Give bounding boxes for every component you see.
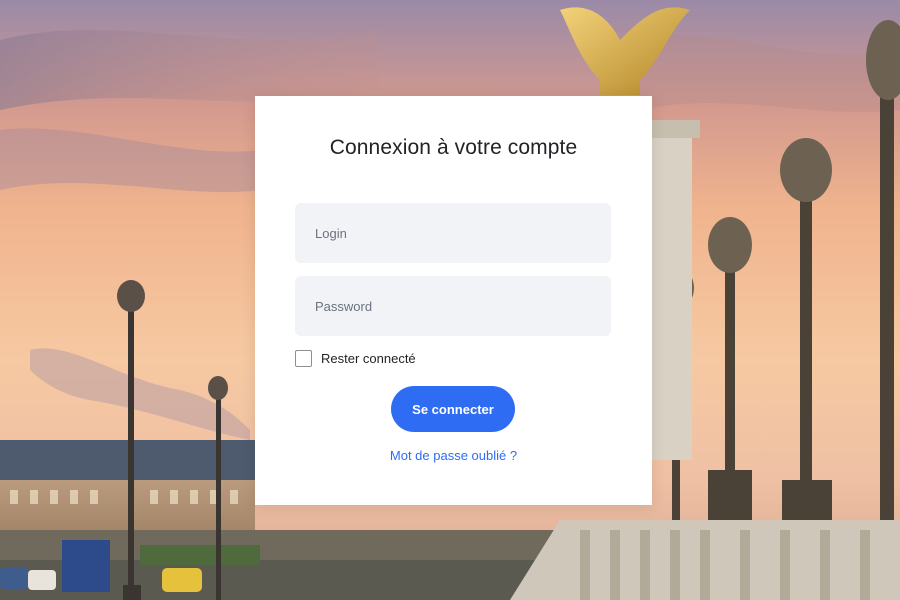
remember-me-checkbox[interactable]	[295, 350, 312, 367]
login-input[interactable]	[295, 203, 611, 263]
login-card: Connexion à votre compte Rester connecté…	[255, 96, 652, 505]
password-input[interactable]	[295, 276, 611, 336]
remember-me-option[interactable]: Rester connecté	[295, 350, 416, 367]
forgot-password-link[interactable]: Mot de passe oublié ?	[255, 448, 652, 463]
submit-button[interactable]: Se connecter	[391, 386, 515, 432]
remember-me-label: Rester connecté	[321, 351, 416, 366]
login-title: Connexion à votre compte	[329, 136, 578, 159]
